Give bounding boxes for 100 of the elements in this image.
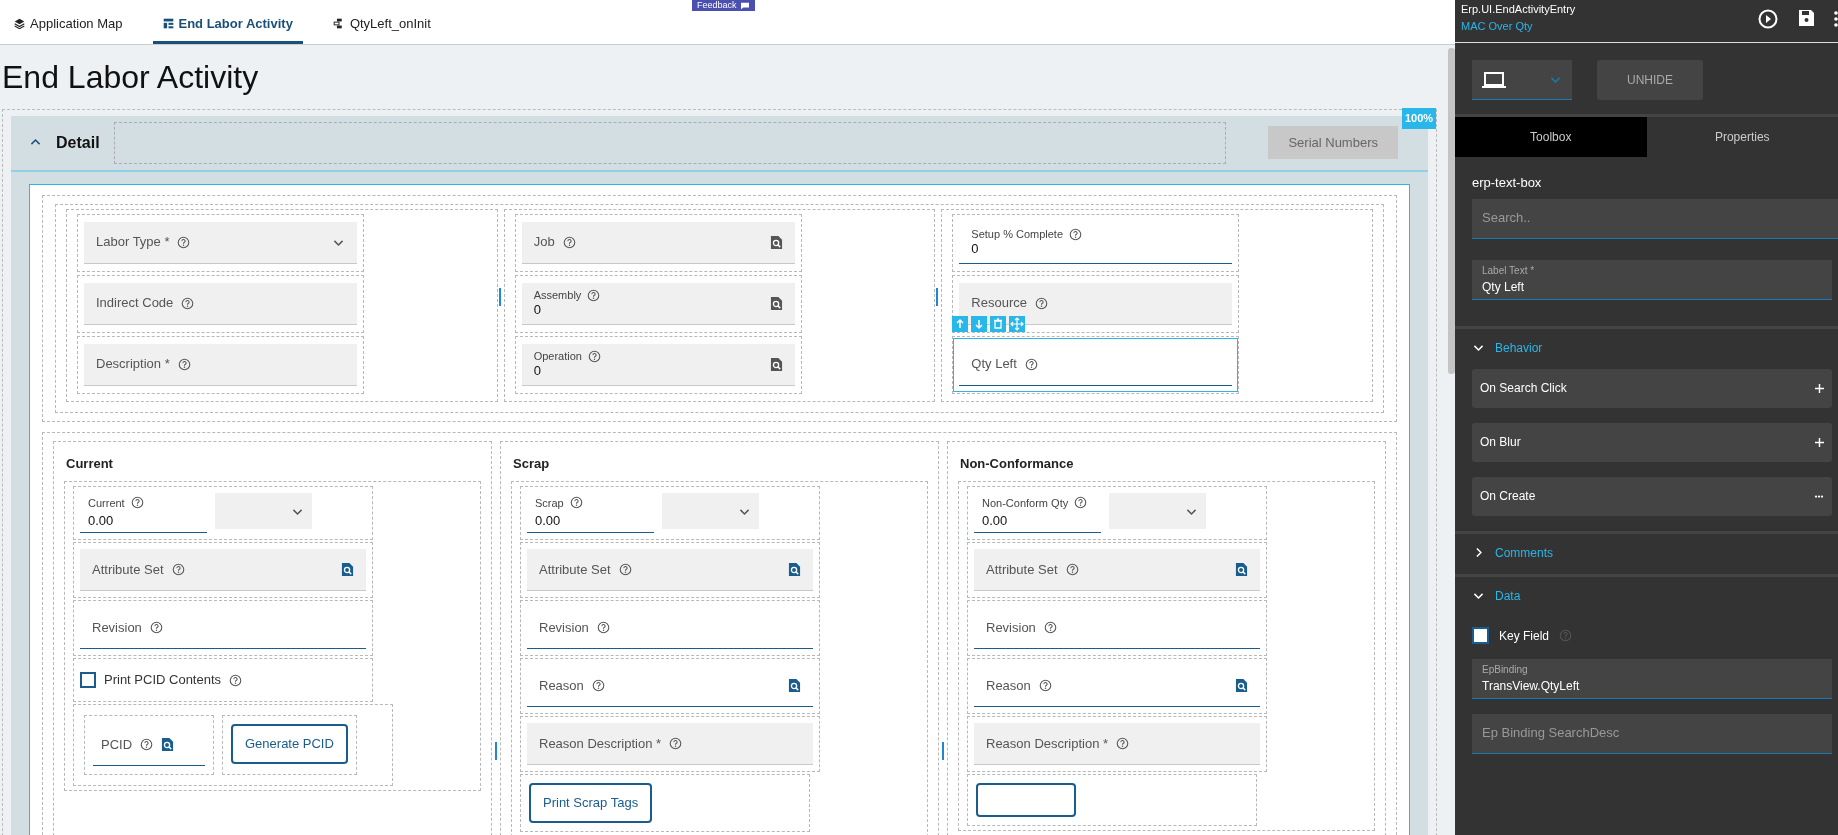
section-header[interactable]: Data — [1455, 586, 1538, 617]
help-icon — [1024, 357, 1038, 371]
search-icon[interactable] — [161, 737, 175, 753]
placeholder: Ep Binding SearchDesc — [1482, 724, 1621, 743]
help-icon — [1043, 621, 1057, 635]
section-title: Detail — [56, 132, 100, 153]
text-field[interactable]: Assembly 0 — [521, 282, 795, 325]
section-header[interactable]: Comments — [1455, 543, 1570, 574]
action-button[interactable] — [976, 783, 1076, 818]
more-icon[interactable] — [1814, 494, 1824, 498]
text-field[interactable]: Reason Description * — [974, 723, 1260, 766]
field-label: Job — [533, 233, 555, 252]
help-icon — [1559, 629, 1573, 642]
help-icon — [149, 621, 163, 635]
event-row[interactable]: On Blur — [1472, 422, 1832, 462]
feedback-button[interactable]: Feedback — [692, 0, 755, 11]
field-label: Qty Left — [971, 355, 1017, 374]
plus-icon[interactable] — [1815, 437, 1824, 447]
help-icon — [1074, 496, 1088, 510]
field-label: Reason — [539, 676, 584, 695]
text-field[interactable]: Indirect Code — [84, 282, 357, 325]
save-icon[interactable] — [1796, 8, 1816, 28]
help-icon — [177, 235, 191, 249]
field-label: Label Text * — [1482, 263, 1536, 278]
search-icon[interactable] — [1235, 562, 1248, 578]
group-title: Current — [66, 454, 114, 473]
field-value: 0 — [533, 362, 542, 379]
action-button[interactable]: Print Scrap Tags — [529, 783, 653, 823]
binding-field[interactable]: EpBinding TransView.QtyLeft — [1472, 658, 1832, 699]
text-field[interactable]: Attribute Set — [527, 549, 813, 592]
checkbox[interactable] — [1472, 627, 1489, 644]
resize-handle[interactable] — [942, 741, 944, 760]
search-icon[interactable] — [341, 562, 354, 578]
search-icon[interactable] — [1235, 678, 1248, 694]
field-label: Attribute Set — [539, 560, 611, 579]
event-row[interactable]: On Create — [1472, 476, 1832, 516]
flowchart-icon — [332, 17, 345, 29]
zoom-badge: 100% — [1402, 108, 1437, 129]
help-icon — [1038, 679, 1052, 693]
field-label: Revision — [986, 618, 1036, 637]
layer-name: MAC Over Qty — [1461, 18, 1534, 34]
field-label: Operation — [533, 349, 582, 363]
text-field[interactable]: Reason Description * — [527, 723, 813, 766]
field-label: Revision — [539, 618, 589, 637]
resize-handle[interactable] — [495, 741, 497, 760]
field-label: Attribute Set — [92, 560, 164, 579]
help-icon — [181, 296, 195, 310]
text-field[interactable]: Resource — [959, 282, 1233, 325]
text-field[interactable]: Description * — [84, 343, 357, 386]
help-icon — [587, 288, 601, 302]
resize-handle[interactable] — [498, 287, 501, 306]
kebab-menu-icon[interactable] — [1834, 11, 1838, 27]
help-icon — [669, 737, 683, 751]
label-text-field[interactable]: Label Text * Qty Left — [1472, 259, 1832, 300]
plus-icon[interactable] — [1815, 383, 1824, 393]
search-icon[interactable] — [769, 295, 783, 311]
text-field[interactable]: Attribute Set — [974, 549, 1260, 592]
help-icon — [1065, 563, 1079, 577]
table-icon — [162, 17, 174, 29]
help-icon — [171, 563, 185, 577]
tab[interactable]: End Labor Activity — [152, 13, 303, 44]
field-label: Revision — [92, 618, 142, 637]
field-label: Description * — [96, 355, 170, 374]
help-icon — [177, 357, 191, 371]
unhide-button[interactable]: UNHIDE — [1597, 60, 1703, 100]
checkbox[interactable] — [80, 672, 96, 689]
field-label: Non-Conform Qty — [982, 495, 1069, 511]
event-row[interactable]: On Search Click — [1472, 368, 1832, 408]
help-icon — [229, 673, 243, 687]
search-icon[interactable] — [788, 562, 801, 578]
tab[interactable]: QtyLeft_onInit — [322, 13, 441, 44]
checkbox-label: Print PCID Contents — [104, 671, 222, 690]
text-field[interactable]: Attribute Set — [80, 549, 366, 592]
text-field[interactable]: Operation 0 — [521, 343, 795, 386]
scrollbar[interactable] — [1448, 48, 1455, 374]
app-id: Erp.UI.EndActivityEntry — [1461, 2, 1577, 17]
generate-pcid-button[interactable]: Generate PCID — [231, 724, 348, 764]
help-icon — [1034, 296, 1048, 310]
chat-icon — [739, 1, 750, 10]
tab[interactable]: Application Map — [4, 13, 133, 44]
page-title: End Labor Activity — [2, 58, 260, 97]
event-label: On Search Click — [1480, 380, 1567, 397]
help-icon — [1069, 227, 1083, 241]
field-label: Setup % Complete — [971, 227, 1064, 241]
field-label: Reason Description * — [986, 734, 1109, 753]
event-label: On Create — [1480, 488, 1536, 505]
section-header[interactable]: Behavior — [1455, 338, 1560, 369]
play-icon[interactable] — [1758, 9, 1778, 29]
field-value: TransView.QtyLeft — [1482, 677, 1581, 695]
search-icon[interactable] — [769, 356, 783, 372]
laptop-icon — [1482, 71, 1506, 88]
dropdown-field[interactable]: Labor Type * — [84, 221, 357, 264]
layers-icon — [14, 17, 25, 29]
device-dropdown[interactable] — [1472, 60, 1572, 100]
text-field[interactable]: Job — [521, 221, 795, 264]
resize-handle[interactable] — [936, 287, 939, 306]
panel-tab[interactable]: Toolbox — [1455, 117, 1647, 157]
search-icon[interactable] — [769, 234, 783, 250]
search-icon[interactable] — [788, 678, 801, 694]
help-icon — [1116, 737, 1130, 751]
